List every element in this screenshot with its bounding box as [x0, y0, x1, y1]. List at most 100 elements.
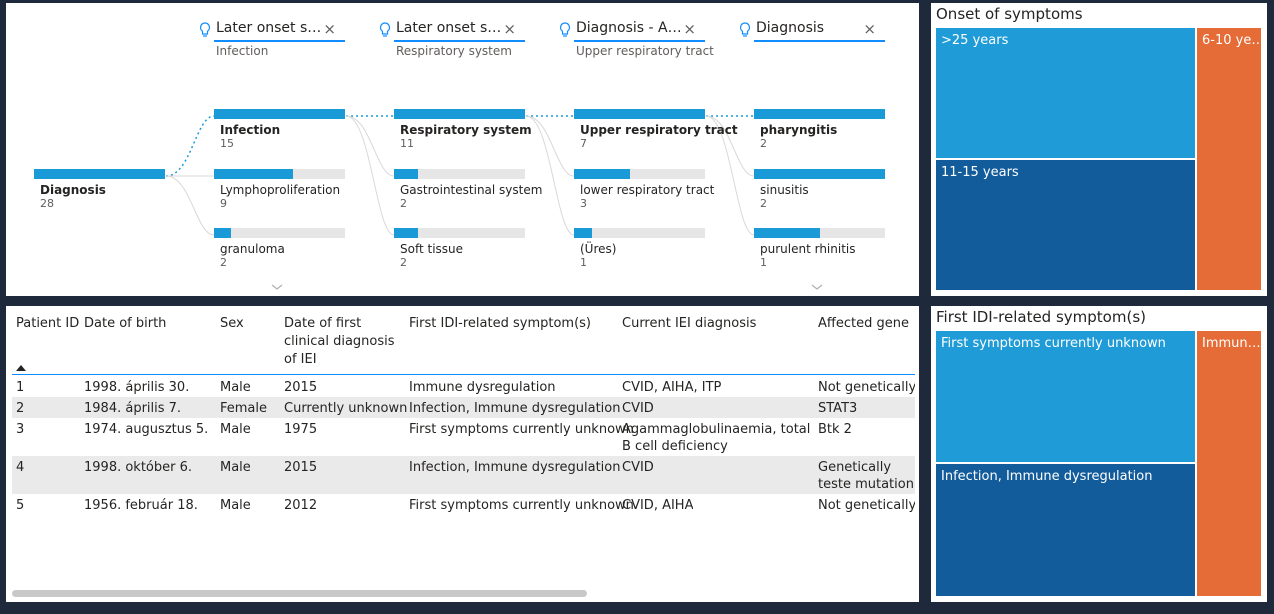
close-icon[interactable]: ×	[503, 21, 516, 37]
chevron-down-icon[interactable]	[811, 282, 823, 292]
cell-iei-diagnosis: Agammaglobulinaemia, total B cell defici…	[622, 422, 811, 454]
cell-date-of-birth: 1998. október 6.	[84, 460, 193, 475]
node-fill	[754, 228, 820, 238]
column-header-patient-id[interactable]: Patient ID	[16, 315, 79, 333]
node-label: Diagnosis	[40, 183, 106, 197]
node-bar	[754, 169, 885, 179]
cell-first-symptoms: Infection, Immune dysregulation	[409, 401, 621, 416]
column-header-date-of-birth[interactable]: Date of birth	[84, 315, 166, 333]
lightbulb-icon	[379, 22, 391, 37]
node-label: pharyngitis	[760, 123, 838, 137]
node-fill	[214, 169, 293, 179]
patient-table-panel: Patient ID Date of birth Sex Date of fir…	[6, 306, 919, 602]
node-bar	[574, 228, 705, 238]
cell-date-of-birth: 1956. február 18.	[84, 498, 198, 513]
cell-affected-gene: Not genetically t	[818, 380, 915, 395]
column-header-iei-diagnosis[interactable]: Current IEI diagnosis	[622, 315, 756, 333]
cell-sex: Male	[220, 498, 251, 513]
chevron-down-icon[interactable]	[271, 282, 283, 292]
node-value: 7	[580, 137, 587, 150]
table-row[interactable]: 1 1998. április 30. Male 2015 Immune dys…	[12, 376, 915, 397]
treemap-cell[interactable]: First symptoms currently unknown	[936, 331, 1195, 462]
node-label: Gastrointestinal system	[400, 183, 543, 197]
table-row[interactable]: 2 1984. április 7. Female Currently unkn…	[12, 397, 915, 418]
level-subtitle: Infection	[216, 44, 269, 58]
horizontal-scrollbar[interactable]	[12, 590, 915, 598]
treemap-label: Immun…	[1202, 336, 1261, 351]
node-fill	[574, 109, 705, 119]
node-label: Lymphoproliferation	[220, 183, 341, 197]
treemap-label: First symptoms currently unknown	[941, 336, 1166, 351]
node-value: 1	[580, 256, 587, 269]
cell-first-diagnosis: 2012	[284, 498, 318, 513]
cell-sex: Male	[220, 380, 251, 395]
node-fill	[574, 228, 593, 238]
node-bar	[34, 169, 165, 179]
close-icon[interactable]: ×	[863, 21, 876, 37]
node-value: 9	[220, 197, 227, 210]
treemap-title: Onset of symptoms	[936, 5, 1083, 23]
cell-affected-gene: Genetically teste mutation found	[818, 460, 914, 492]
node-bar	[754, 109, 885, 119]
node-fill	[574, 169, 631, 179]
node-bar	[574, 169, 705, 179]
treemap-cell[interactable]: Infection, Immune dysregulation	[936, 464, 1195, 596]
node-value: 1	[760, 256, 767, 269]
scrollbar-thumb[interactable]	[12, 590, 587, 597]
decomposition-tree-panel: Later onset symptoms × Infection Later o…	[6, 3, 919, 296]
close-icon[interactable]: ×	[323, 21, 336, 37]
level-title: Diagnosis	[756, 20, 825, 36]
node-value: 2	[760, 197, 767, 210]
node-bar	[214, 109, 345, 119]
node-bar	[214, 169, 345, 179]
onset-treemap-panel: Onset of symptoms >25 years 11-15 years …	[931, 3, 1267, 296]
level-underline	[754, 40, 885, 42]
node-label: lower respiratory tract	[580, 183, 715, 197]
cell-sex: Male	[220, 422, 251, 437]
node-label: Respiratory system	[400, 123, 532, 137]
close-icon[interactable]: ×	[683, 21, 696, 37]
node-bar	[394, 169, 525, 179]
node-value: 2	[220, 256, 227, 269]
cell-affected-gene: Btk 2	[818, 422, 852, 437]
column-header-sex[interactable]: Sex	[220, 315, 244, 333]
node-value: 3	[580, 197, 587, 210]
cell-iei-diagnosis: CVID, AIHA	[622, 498, 694, 513]
level-title: Later onset symptoms	[396, 20, 506, 36]
node-label: Soft tissue	[400, 242, 464, 256]
node-fill	[214, 228, 232, 238]
cell-first-symptoms: First symptoms currently unknown	[409, 422, 634, 437]
table-row[interactable]: 3 1974. augusztus 5. Male 1975 First sym…	[12, 418, 915, 456]
cell-first-diagnosis: 2015	[284, 380, 318, 395]
node-fill	[754, 109, 885, 119]
column-header-affected-gene[interactable]: Affected gene	[818, 315, 909, 333]
cell-first-diagnosis: 2015	[284, 460, 318, 475]
table-row[interactable]: 5 1956. február 18. Male 2012 First symp…	[12, 494, 915, 515]
cell-affected-gene: STAT3	[818, 401, 858, 416]
node-value: 11	[400, 137, 414, 150]
column-header-first-symptoms[interactable]: First IDI-related symptom(s)	[409, 315, 591, 333]
table-row[interactable]: 4 1998. október 6. Male 2015 Infection, …	[12, 456, 915, 494]
treemap-cell[interactable]: Immun…	[1197, 331, 1261, 596]
sort-ascending-icon[interactable]	[16, 365, 26, 371]
treemap-label: 11-15 years	[941, 165, 1019, 180]
node-label: (Üres)	[580, 242, 617, 256]
treemap-cell[interactable]: 6-10 ye…	[1197, 28, 1261, 290]
treemap-cell[interactable]: 11-15 years	[936, 160, 1195, 290]
node-label: Upper respiratory tract	[580, 123, 738, 137]
treemap-title: First IDI-related symptom(s)	[936, 308, 1146, 326]
node-fill	[394, 169, 418, 179]
node-label: Infection	[220, 123, 281, 137]
lightbulb-icon	[559, 22, 571, 37]
node-fill	[394, 109, 525, 119]
node-value: 2	[400, 256, 407, 269]
column-header-first-diagnosis[interactable]: Date of first clinical diagnosis of IEI	[284, 315, 404, 369]
header-divider	[12, 374, 915, 375]
node-fill	[214, 109, 345, 119]
table-header: Patient ID Date of birth Sex Date of fir…	[6, 306, 919, 378]
node-bar	[754, 228, 885, 238]
treemap-cell[interactable]: >25 years	[936, 28, 1195, 158]
node-label: purulent rhinitis	[760, 242, 856, 256]
cell-date-of-birth: 1984. április 7.	[84, 401, 182, 416]
node-label: sinusitis	[760, 183, 809, 197]
